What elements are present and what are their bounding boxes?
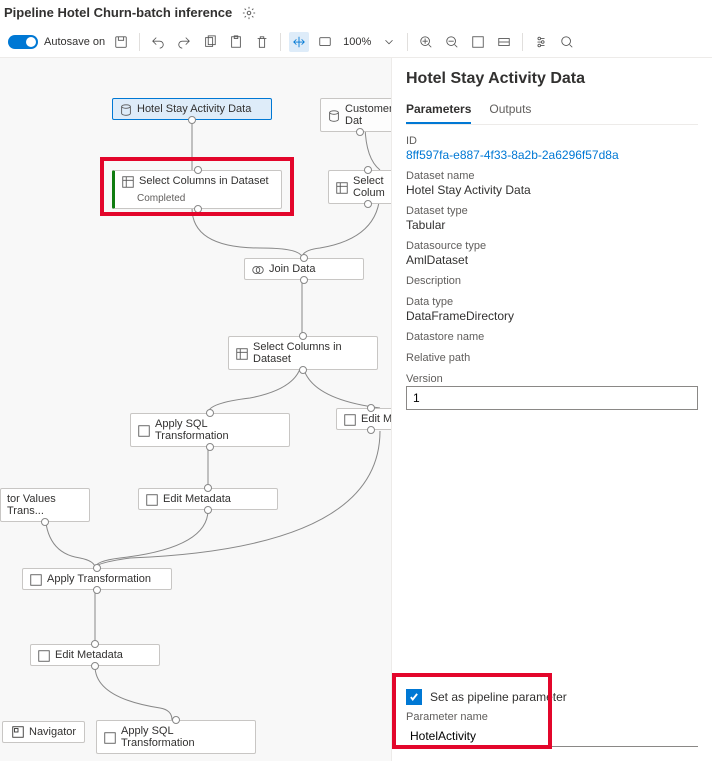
panel-title: Hotel Stay Activity Data — [406, 70, 698, 88]
check-icon — [409, 692, 419, 702]
node-apply-transformation[interactable]: Apply Transformation — [22, 568, 172, 590]
node-values-trans[interactable]: tor Values Trans... — [0, 488, 90, 522]
copy-icon[interactable] — [200, 32, 220, 52]
fit-icon[interactable] — [468, 32, 488, 52]
module-icon — [145, 493, 157, 505]
navigator-button[interactable]: Navigator — [2, 721, 85, 743]
module-icon — [121, 175, 133, 187]
pan-icon[interactable] — [289, 32, 309, 52]
chevron-down-icon[interactable] — [379, 32, 399, 52]
node-label: Apply Transformation — [47, 573, 151, 585]
node-label: Customer Dat — [345, 103, 391, 127]
zoom-out-icon[interactable] — [442, 32, 462, 52]
prop-key: Data type — [406, 296, 698, 308]
prop-key: Dataset type — [406, 205, 698, 217]
properties-panel: Hotel Stay Activity Data Parameters Outp… — [391, 58, 712, 761]
zoom-value: 100% — [343, 36, 371, 48]
prop-key: Datastore name — [406, 331, 698, 343]
autosave-label: Autosave on — [44, 36, 105, 48]
pipeline-param-checkbox[interactable] — [406, 689, 422, 705]
autosave-toggle[interactable] — [8, 35, 38, 49]
delete-icon[interactable] — [252, 32, 272, 52]
prop-key: ID — [406, 135, 698, 147]
node-select-columns-2[interactable]: Select Colum — [328, 170, 391, 204]
module-icon — [343, 413, 355, 425]
pipeline-canvas[interactable]: Hotel Stay Activity Data Customer Dat Se… — [0, 58, 391, 761]
prop-key: Relative path — [406, 352, 698, 364]
node-hotel-data[interactable]: Hotel Stay Activity Data — [112, 98, 272, 120]
search-icon[interactable] — [557, 32, 577, 52]
node-apply-sql-2[interactable]: Apply SQL Transformation — [96, 720, 256, 754]
paste-icon[interactable] — [226, 32, 246, 52]
zoom-in-icon[interactable] — [416, 32, 436, 52]
param-name-input[interactable] — [406, 725, 698, 747]
pipeline-param-label: Set as pipeline parameter — [430, 690, 567, 704]
tab-outputs[interactable]: Outputs — [489, 98, 531, 124]
select-icon[interactable] — [315, 32, 335, 52]
settings-icon[interactable] — [531, 32, 551, 52]
prop-value: AmlDataset — [406, 253, 698, 267]
node-customer-data[interactable]: Customer Dat — [320, 98, 391, 132]
module-icon — [137, 424, 149, 436]
node-label: Select Columns in Dataset — [139, 175, 269, 187]
node-label: Edit M — [361, 413, 391, 425]
node-label: Select Columns in Dataset — [253, 341, 371, 365]
prop-value: Tabular — [406, 218, 698, 232]
node-label: Apply SQL Transformation — [155, 418, 283, 442]
module-icon — [335, 181, 347, 193]
version-input[interactable] — [406, 386, 698, 410]
dataset-icon — [119, 103, 131, 115]
node-label: Hotel Stay Activity Data — [137, 103, 251, 115]
node-label: Apply SQL Transformation — [121, 725, 249, 749]
param-name-label: Parameter name — [406, 711, 698, 723]
node-join-data[interactable]: Join Data — [244, 258, 364, 280]
prop-value: Hotel Stay Activity Data — [406, 183, 698, 197]
prop-key: Dataset name — [406, 170, 698, 182]
node-label: tor Values Trans... — [7, 493, 83, 517]
save-icon[interactable] — [111, 32, 131, 52]
dataset-icon — [327, 109, 339, 121]
navigator-label: Navigator — [29, 726, 76, 738]
node-label: Edit Metadata — [55, 649, 123, 661]
actual-size-icon[interactable] — [494, 32, 514, 52]
node-label: Edit Metadata — [163, 493, 231, 505]
node-label: Join Data — [269, 263, 315, 275]
module-icon — [235, 347, 247, 359]
node-select-columns-3[interactable]: Select Columns in Dataset — [228, 336, 378, 370]
undo-icon[interactable] — [148, 32, 168, 52]
page-title: Pipeline Hotel Churn-batch inference — [4, 5, 232, 20]
node-edit-metadata-2[interactable]: Edit Metadata — [30, 644, 160, 666]
prop-key: Datasource type — [406, 240, 698, 252]
prop-value: DataFrameDirectory — [406, 309, 698, 323]
module-icon — [37, 649, 49, 661]
module-icon — [29, 573, 41, 585]
gear-icon[interactable] — [242, 6, 256, 20]
prop-key: Version — [406, 373, 698, 385]
redo-icon[interactable] — [174, 32, 194, 52]
module-icon — [251, 263, 263, 275]
navigator-icon — [11, 725, 25, 739]
prop-key: Description — [406, 275, 698, 287]
module-icon — [103, 731, 115, 743]
prop-value-id[interactable]: 8ff597fa-e887-4f33-8a2b-2a6296f57d8a — [406, 148, 698, 162]
node-edit-m-right[interactable]: Edit M — [336, 408, 391, 430]
node-apply-sql-1[interactable]: Apply SQL Transformation — [130, 413, 290, 447]
node-edit-metadata-1[interactable]: Edit Metadata — [138, 488, 278, 510]
toolbar: Autosave on 100% — [0, 26, 712, 58]
node-label: Select Colum — [353, 175, 391, 199]
node-select-columns-1[interactable]: Select Columns in Dataset Completed — [112, 170, 282, 209]
tab-parameters[interactable]: Parameters — [406, 98, 471, 124]
